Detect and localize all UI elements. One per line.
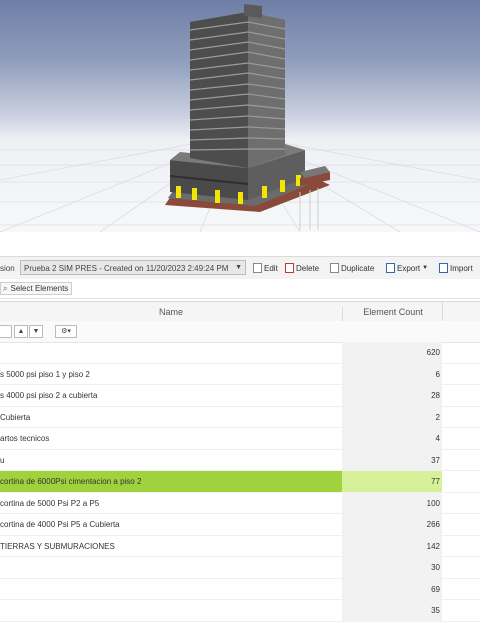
column-header-element-count[interactable]: Element Count bbox=[342, 307, 443, 321]
column-divider bbox=[442, 302, 443, 322]
export-icon bbox=[386, 263, 395, 273]
element-list: 620 s 5000 psi piso 1 y piso 2 6 s 4000 psi… bbox=[0, 342, 480, 622]
row-name: s 5000 psi piso 1 y piso 2 bbox=[0, 369, 90, 379]
row-name: cortina de 6000Psi cimentacion a piso 2 bbox=[0, 477, 142, 486]
version-select-value: Prueba 2 SIM PRES - Created on 11/20/202… bbox=[24, 264, 229, 273]
table-subtoolbar: ▲ ▼ ⚙▾ bbox=[0, 321, 480, 343]
table-row[interactable]: Cubierta 2 bbox=[0, 406, 480, 428]
table-row[interactable]: TIERRAS Y SUBMURACIONES 142 bbox=[0, 535, 480, 557]
row-element-count: 77 bbox=[431, 477, 440, 486]
row-element-count: 6 bbox=[435, 369, 440, 379]
duplicate-button-label: Duplicate bbox=[341, 263, 375, 273]
collapse-button[interactable] bbox=[0, 325, 12, 338]
version-label: sion bbox=[0, 264, 15, 273]
tower bbox=[189, 4, 286, 168]
table-row[interactable]: 620 bbox=[0, 342, 480, 364]
row-element-count: 69 bbox=[431, 584, 440, 594]
version-select[interactable]: Prueba 2 SIM PRES - Created on 11/20/202… bbox=[20, 260, 246, 275]
table-row[interactable]: artos tecnicos 4 bbox=[0, 428, 480, 450]
version-toolbar: sion Prueba 2 SIM PRES - Created on 11/2… bbox=[0, 256, 480, 280]
edit-button-label: Edit bbox=[264, 263, 278, 273]
row-element-count: 30 bbox=[431, 563, 440, 572]
duplicate-icon bbox=[330, 263, 339, 273]
select-elements-icon: ⌕ bbox=[3, 283, 8, 293]
chevron-down-icon: ▼ bbox=[422, 265, 429, 271]
row-name: s 4000 psi piso 2 a cubierta bbox=[0, 391, 98, 400]
building-model bbox=[0, 4, 480, 232]
row-name: cortina de 4000 Psi P5 a Cubierta bbox=[0, 520, 120, 529]
row-element-count: 142 bbox=[426, 541, 440, 551]
row-name: Cubierta bbox=[0, 412, 31, 422]
table-row[interactable]: 69 bbox=[0, 578, 480, 600]
3d-viewport[interactable] bbox=[0, 0, 480, 232]
row-element-count: 2 bbox=[435, 412, 440, 422]
row-name: u bbox=[0, 455, 5, 465]
table-row[interactable]: cortina de 6000Psi cimentacion a piso 2 7… bbox=[0, 471, 480, 493]
select-elements-button[interactable]: ⌕ Select Elements bbox=[0, 282, 72, 295]
import-icon bbox=[439, 263, 448, 273]
export-button[interactable]: Export ▼ bbox=[386, 262, 428, 274]
table-header: Name Element Count bbox=[0, 301, 480, 323]
delete-icon bbox=[285, 263, 294, 273]
import-button-label: Import bbox=[450, 263, 473, 273]
row-element-count: 4 bbox=[435, 434, 440, 443]
table-row[interactable]: u 37 bbox=[0, 449, 480, 471]
column-header-name[interactable]: Name bbox=[0, 307, 342, 317]
export-button-label: Export bbox=[397, 263, 421, 273]
gear-icon: ⚙▾ bbox=[61, 328, 71, 335]
row-name: cortina de 5000 Psi P2 a P5 bbox=[0, 498, 100, 508]
select-elements-bar: ⌕ Select Elements bbox=[0, 279, 480, 299]
table-row[interactable]: cortina de 5000 Psi P2 a P5 100 bbox=[0, 492, 480, 514]
edit-button[interactable]: Edit bbox=[253, 262, 278, 274]
row-element-count: 100 bbox=[426, 498, 440, 508]
row-element-count: 35 bbox=[431, 606, 440, 615]
row-element-count: 37 bbox=[431, 455, 440, 465]
table-row[interactable]: 35 bbox=[0, 600, 480, 622]
chevron-down-icon[interactable]: ▼ bbox=[29, 325, 43, 338]
table-row[interactable]: s 4000 psi piso 2 a cubierta 28 bbox=[0, 385, 480, 407]
settings-button[interactable]: ⚙▾ bbox=[55, 325, 77, 338]
move-up-button[interactable]: ▲ bbox=[14, 325, 28, 338]
chevron-down-icon: ▼ bbox=[235, 264, 242, 271]
row-element-count: 266 bbox=[426, 520, 440, 529]
table-row[interactable]: 30 bbox=[0, 557, 480, 579]
table-row[interactable]: s 5000 psi piso 1 y piso 2 6 bbox=[0, 363, 480, 385]
edit-icon bbox=[253, 263, 262, 273]
row-element-count: 620 bbox=[426, 348, 440, 357]
delete-button[interactable]: Delete bbox=[285, 262, 319, 274]
row-element-count: 28 bbox=[431, 391, 440, 400]
select-elements-label: Select Elements bbox=[10, 284, 69, 293]
duplicate-button[interactable]: Duplicate bbox=[330, 262, 374, 274]
table-row[interactable]: cortina de 4000 Psi P5 a Cubierta 266 bbox=[0, 514, 480, 536]
row-name: artos tecnicos bbox=[0, 434, 50, 443]
import-button[interactable]: Import bbox=[439, 262, 473, 274]
row-name: TIERRAS Y SUBMURACIONES bbox=[0, 541, 115, 551]
delete-button-label: Delete bbox=[296, 263, 320, 273]
